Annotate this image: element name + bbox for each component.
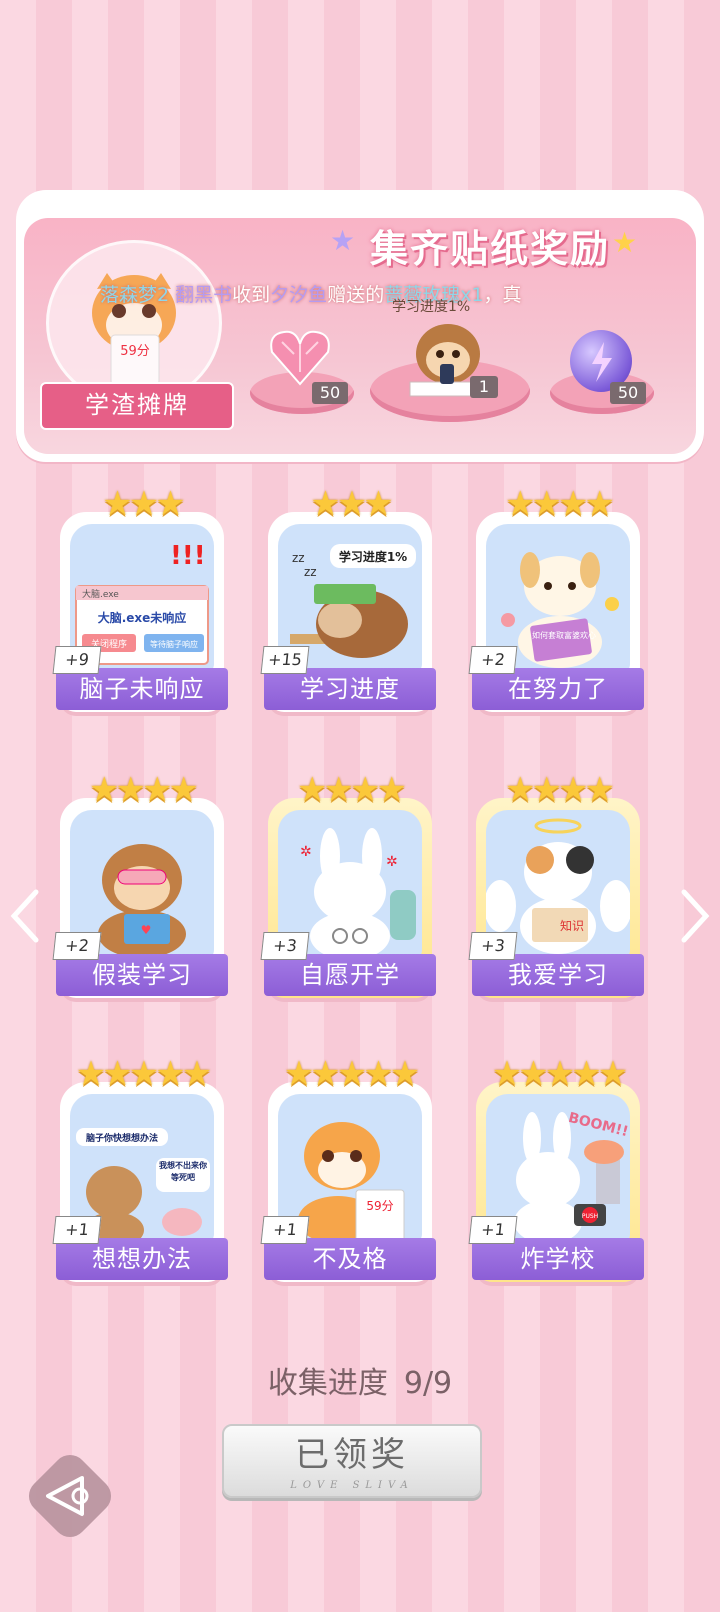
sticker-card[interactable]: ✲ ✲ ★★★★ 自愿开学 +3	[260, 770, 436, 998]
svg-text:脑子你快想想办法: 脑子你快想想办法	[85, 1132, 158, 1144]
card-name: 在努力了	[472, 668, 644, 710]
tiger-icon: 59分	[92, 273, 176, 386]
star-rating: ★★★	[102, 484, 185, 524]
star-rating: ★★★★	[505, 770, 615, 810]
next-page-arrow[interactable]	[674, 886, 714, 946]
svg-text:PUSH: PUSH	[582, 1213, 598, 1220]
svg-text:知识: 知识	[560, 919, 584, 933]
claimed-button-subtitle: LOVE SLIVA	[290, 1480, 414, 1491]
sticker-card[interactable]: 脑子你快想想办法 我想不出来你等死吧 ★★★★★ 想想办法 +1	[52, 1054, 228, 1282]
prev-page-arrow[interactable]	[6, 886, 46, 946]
claimed-button-label: 已领奖	[295, 1435, 409, 1475]
svg-text:BOOM!!: BOOM!!	[567, 1110, 630, 1140]
sticker-card[interactable]: BOOM!! PUSH ★★★★★ 炸学校 +1	[468, 1054, 644, 1282]
svg-text:!!!: !!!	[170, 541, 206, 571]
svg-text:学习进度1%: 学习进度1%	[339, 549, 407, 564]
bonus-tag: +15	[260, 646, 310, 674]
reward-count: 50	[610, 382, 646, 404]
bonus-tag: +1	[52, 1216, 102, 1244]
star-rating: ★★★★★	[283, 1054, 420, 1094]
back-arrow-icon	[46, 1476, 89, 1516]
svg-text:大脑.exe未响应: 大脑.exe未响应	[98, 610, 187, 625]
monkey-sign-text: 学习进度1%	[392, 299, 471, 315]
svg-text:✲: ✲	[300, 844, 312, 860]
purple-star-icon: ★	[330, 224, 356, 257]
bonus-tag: +9	[52, 646, 102, 674]
svg-text:zz: zz	[304, 565, 317, 579]
reward-title-banner: ★ 集齐贴纸奖励 ★	[330, 214, 660, 271]
sticker-card[interactable]: ♥ ★★★★ 假装学习 +2	[52, 770, 228, 998]
card-name: 脑子未响应	[56, 668, 228, 710]
reward-count: 50	[312, 382, 348, 404]
bonus-tag: +3	[260, 932, 310, 960]
svg-text:59分: 59分	[366, 1199, 393, 1213]
bonus-tag: +2	[52, 932, 102, 960]
star-rating: ★★★★	[89, 770, 199, 810]
svg-text:✲: ✲	[386, 854, 398, 870]
yellow-star-icon: ★	[612, 226, 638, 259]
card-name: 自愿开学	[264, 954, 436, 996]
reward-title: 集齐贴纸奖励	[370, 227, 611, 271]
svg-text:zz: zz	[292, 551, 305, 565]
bonus-tag: +2	[468, 646, 518, 674]
sticker-card[interactable]: 知识 ★★★★ 我爱学习 +3	[468, 770, 644, 998]
sticker-card[interactable]: 59分 ★★★★★ 不及格 +1	[260, 1054, 436, 1282]
svg-text:等待脑子响应: 等待脑子响应	[150, 639, 198, 649]
star-rating: ★★★★★	[491, 1054, 628, 1094]
sticker-card[interactable]: !!! 大脑.exe 大脑.exe未响应 关闭程序 等待脑子响应 ★★★ 脑子未…	[52, 484, 228, 712]
card-name: 假装学习	[56, 954, 228, 996]
card-name: 我爱学习	[472, 954, 644, 996]
star-rating: ★★★	[310, 484, 393, 524]
svg-text:59分: 59分	[120, 344, 150, 359]
collection-progress-label: 收集进度	[267, 1366, 388, 1401]
svg-text:如何套取富婆欢心: 如何套取富婆欢心	[532, 630, 596, 640]
badge-ribbon: 学渣摊牌	[40, 382, 234, 430]
star-rating: ★★★★	[505, 484, 615, 524]
card-name: 想想办法	[56, 1238, 228, 1280]
collection-progress-value: 9/9	[403, 1366, 453, 1401]
star-rating: ★★★★	[297, 770, 407, 810]
svg-text:大脑.exe: 大脑.exe	[82, 588, 119, 600]
card-name: 不及格	[264, 1238, 436, 1280]
bonus-tag: +3	[468, 932, 518, 960]
card-name: 学习进度	[264, 668, 436, 710]
gift-ticker-marquee: 落森梦2 翻黑书收到夕汐鱼赠送的蔷薇玫瑰x1，真	[100, 284, 522, 306]
sticker-card[interactable]: zz zz 学习进度1% ★★★ 学习进度 +15	[260, 484, 436, 712]
collection-progress: 收集进度 9/9	[0, 1358, 720, 1402]
svg-text:♥: ♥	[141, 923, 152, 937]
pink-heart-gem-icon	[270, 330, 330, 386]
star-rating: ★★★★★	[75, 1054, 212, 1094]
bonus-tag: +1	[260, 1216, 310, 1244]
claimed-button[interactable]: 已领奖 LOVE SLIVA	[222, 1424, 482, 1498]
bonus-tag: +1	[468, 1216, 518, 1244]
reward-count: 1	[470, 376, 498, 398]
sticker-card[interactable]: 如何套取富婆欢心 ★★★★ 在努力了 +2	[468, 484, 644, 712]
card-name: 炸学校	[472, 1238, 644, 1280]
